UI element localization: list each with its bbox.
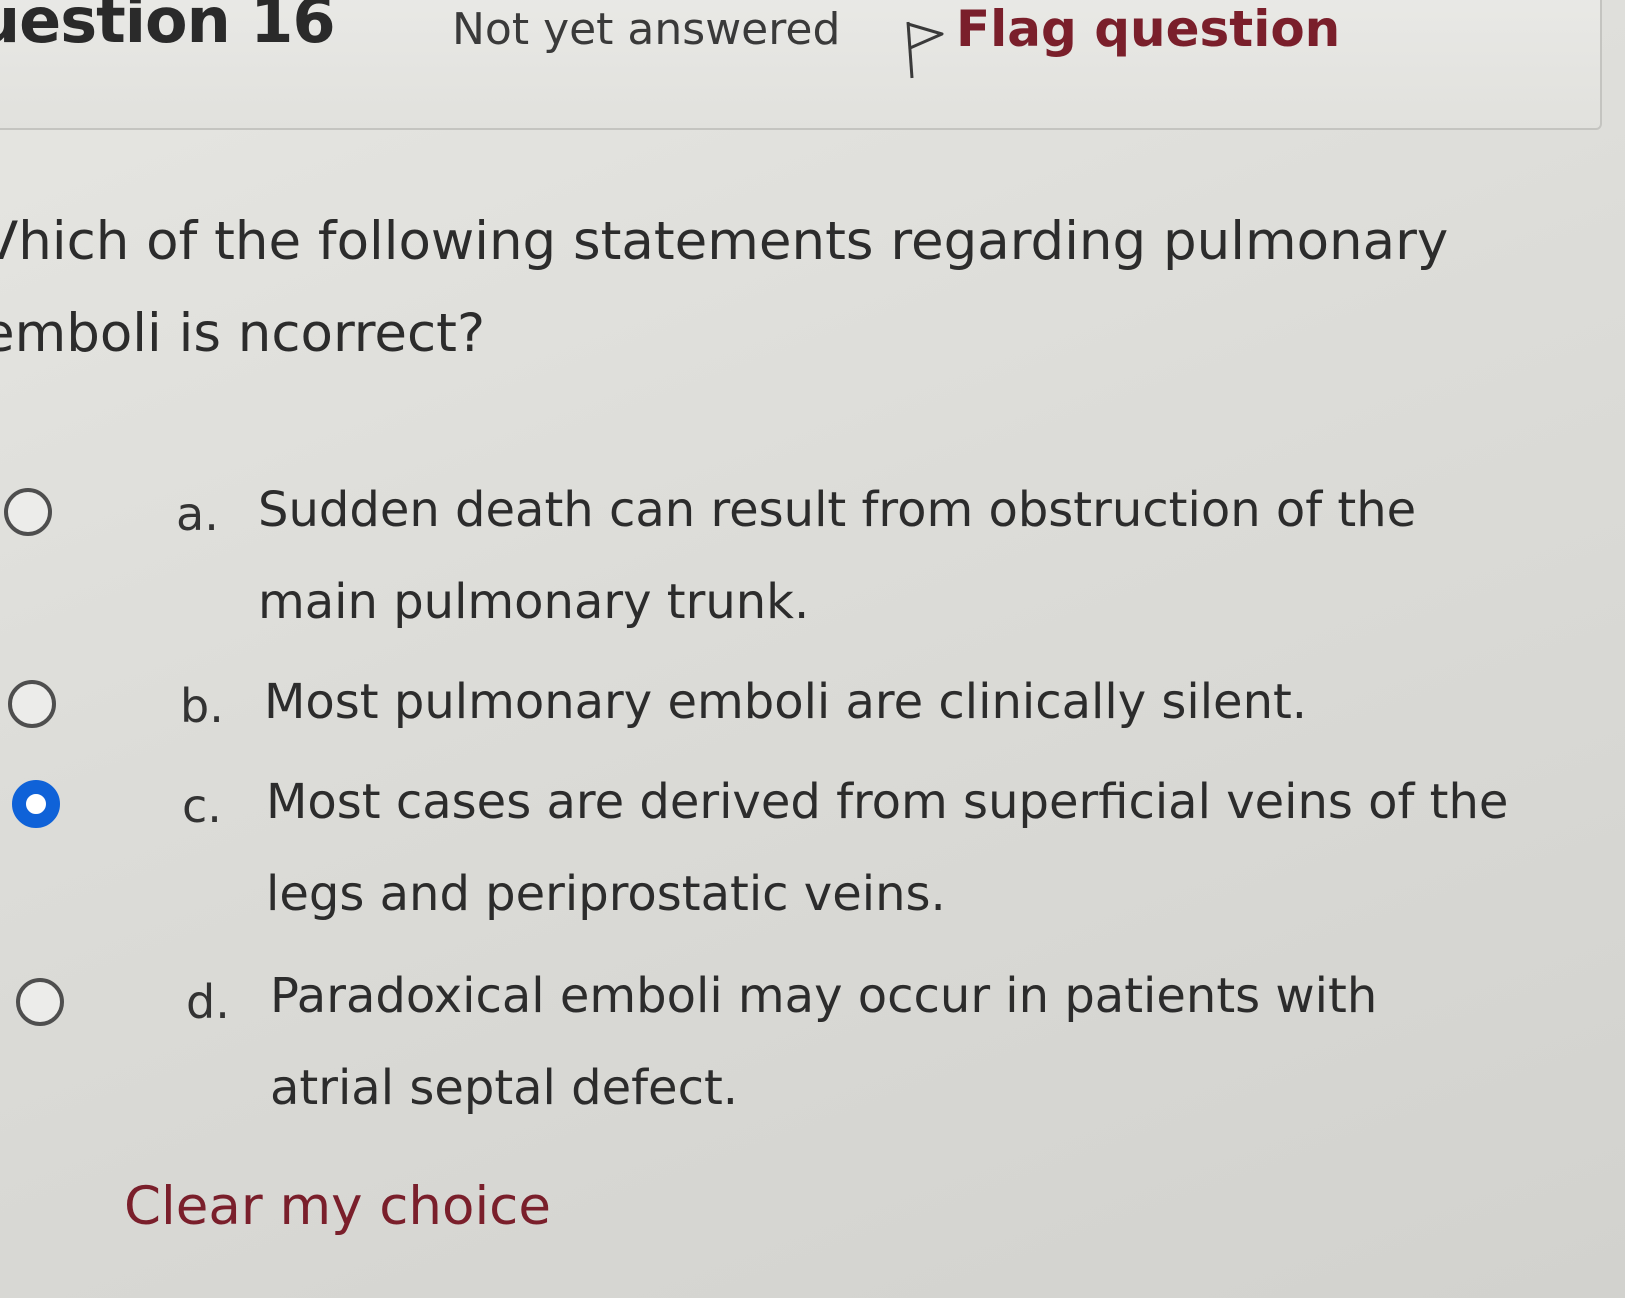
- answer-text-b: Most pulmonary emboli are clinically sil…: [264, 674, 1308, 730]
- question-number: uestion 16: [0, 0, 336, 57]
- answer-letter-c: c.: [182, 779, 222, 833]
- answer-letter-d: d.: [186, 975, 230, 1029]
- radio-button-c[interactable]: [12, 780, 60, 828]
- question-page: uestion 16 Not yet answered Flag questio…: [0, 0, 1625, 1298]
- question-text: Vhich of the following statements regard…: [0, 211, 1449, 364]
- answer-text-a: Sudden death can result from obstruction…: [258, 482, 1417, 630]
- radio-button-d[interactable]: [16, 978, 64, 1026]
- answer-letter-a: a.: [176, 487, 219, 541]
- radio-button-b[interactable]: [8, 680, 56, 728]
- flag-question-link[interactable]: Flag question: [902, 0, 1340, 82]
- radio-button-a[interactable]: [4, 488, 52, 536]
- answer-letter-b: b.: [180, 679, 224, 733]
- answer-text-c: Most cases are derived from superficial …: [266, 774, 1509, 922]
- flag-icon: [906, 21, 944, 79]
- flag-question-label: Flag question: [956, 0, 1341, 58]
- question-info-bar: uestion 16 Not yet answered Flag questio…: [0, 0, 1602, 130]
- answer-text-d: Paradoxical emboli may occur in patients…: [270, 968, 1378, 1116]
- clear-my-choice-link[interactable]: Clear my choice: [124, 1176, 551, 1237]
- question-state: Not yet answered: [452, 4, 841, 55]
